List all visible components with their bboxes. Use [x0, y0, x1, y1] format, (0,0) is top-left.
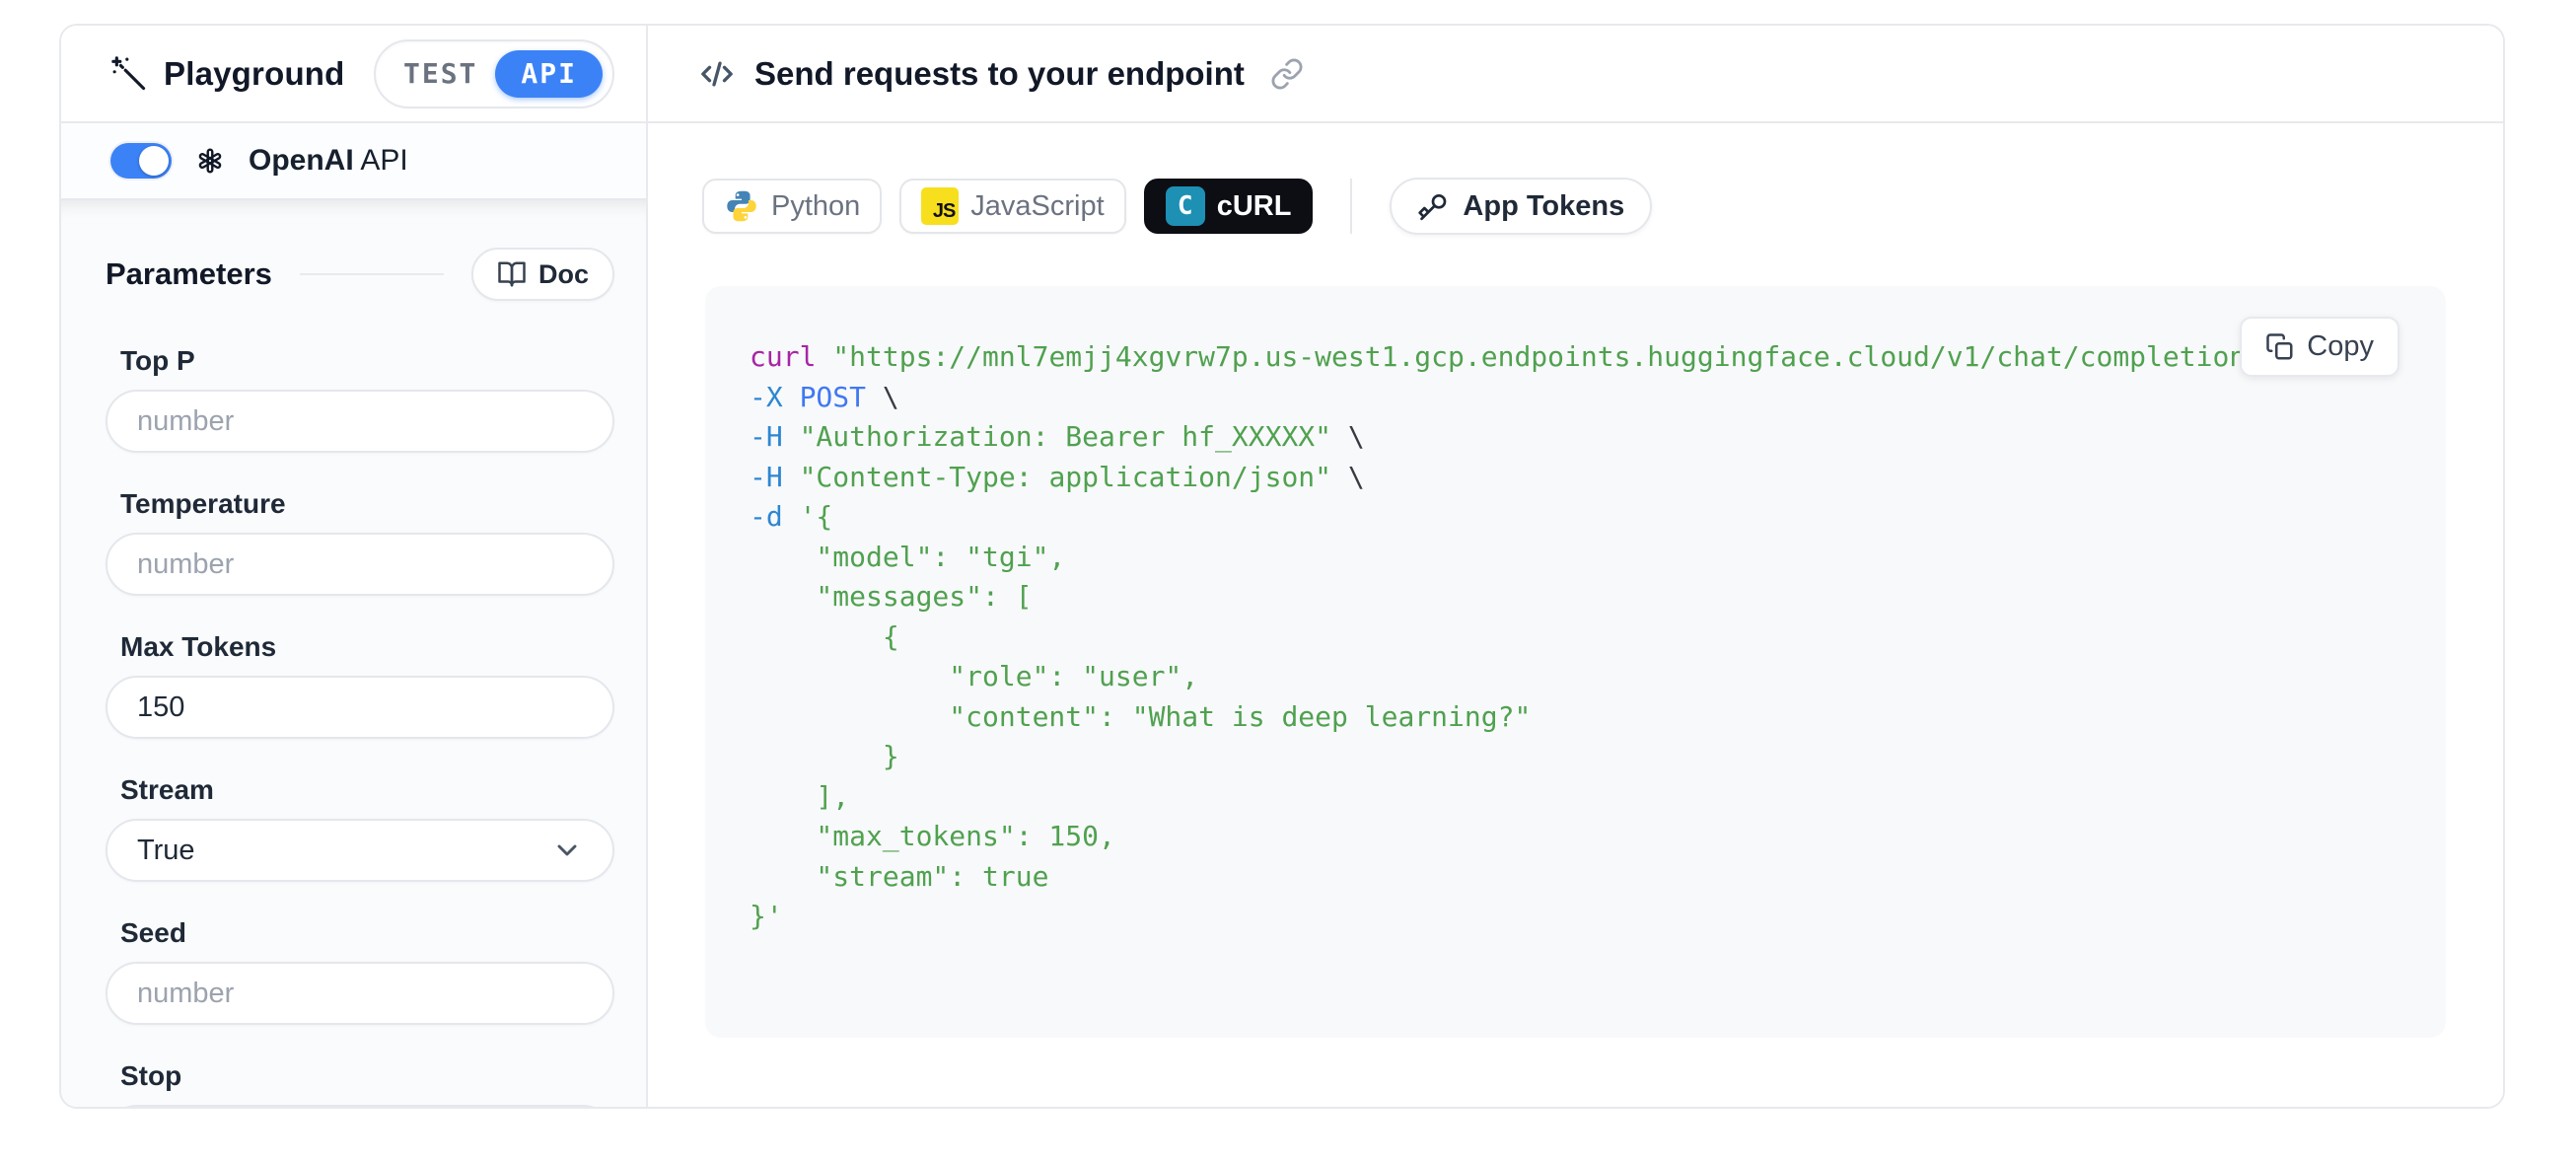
- mode-option-test[interactable]: TEST: [403, 57, 477, 90]
- param-field-top-p: Top P: [106, 344, 614, 453]
- param-label-seed: Seed: [120, 916, 614, 950]
- param-field-temperature: Temperature: [106, 487, 614, 596]
- openai-api-label: OpenAI API: [249, 144, 408, 178]
- code-line: "max_tokens": 150,: [750, 817, 2446, 857]
- app-tokens-button[interactable]: App Tokens: [1390, 178, 1652, 235]
- mode-option-api[interactable]: API: [495, 50, 603, 98]
- param-field-seed: Seed: [106, 916, 614, 1025]
- doc-button[interactable]: Doc: [471, 248, 614, 301]
- param-input-seed[interactable]: [106, 962, 614, 1025]
- param-field-max-tokens: Max Tokens: [106, 630, 614, 739]
- parameters-section: Parameters Doc Top P Temperature Max Token…: [61, 200, 646, 1109]
- key-icon: [1417, 190, 1449, 222]
- param-label-stop: Stop: [120, 1059, 614, 1093]
- code-line: ],: [750, 777, 2446, 818]
- chevron-down-icon: [551, 835, 583, 866]
- code-line: "messages": [: [750, 577, 2446, 617]
- param-field-stream: Stream True: [106, 773, 614, 882]
- param-input-max-tokens[interactable]: [106, 676, 614, 739]
- main-header: Send requests to your endpoint: [648, 26, 2503, 121]
- param-select-stream[interactable]: True: [106, 819, 614, 882]
- tab-curl[interactable]: C cURL: [1144, 179, 1314, 234]
- sidebar-header: Playground TEST API: [61, 26, 648, 121]
- book-icon: [497, 259, 527, 289]
- code-line: "content": "What is deep learning?": [750, 697, 2446, 738]
- language-tabs: Python JS JavaScript C cURL Ap: [702, 178, 1652, 235]
- main-panel: Python JS JavaScript C cURL Ap: [648, 123, 2503, 1107]
- python-icon: [724, 188, 759, 224]
- code-line: "model": "tgi",: [750, 538, 2446, 578]
- param-input-top-p[interactable]: [106, 390, 614, 453]
- param-label-max-tokens: Max Tokens: [120, 630, 614, 664]
- code-icon: [697, 54, 737, 94]
- curl-c-icon: C: [1166, 186, 1205, 226]
- code-block: curl "https://mnl7emjj4xgvrw7p.us-west1.…: [705, 286, 2446, 1038]
- code-line: "role": "user",: [750, 657, 2446, 697]
- code-line: }': [750, 897, 2446, 937]
- top-bar: Playground TEST API Send requests to you…: [61, 26, 2503, 123]
- curl-snippet: curl "https://mnl7emjj4xgvrw7p.us-west1.…: [750, 337, 2446, 937]
- code-line: {: [750, 617, 2446, 658]
- code-line: "stream": true: [750, 857, 2446, 898]
- code-line: -X POST \: [750, 378, 2446, 418]
- code-line: }: [750, 737, 2446, 777]
- playground-panel: Playground TEST API Send requests to you…: [59, 24, 2505, 1109]
- tab-python[interactable]: Python: [702, 179, 882, 234]
- code-line: -H "Content-Type: application/json" \: [750, 458, 2446, 498]
- openai-icon: [193, 144, 227, 178]
- divider: [300, 273, 444, 275]
- openai-api-row: OpenAI API: [61, 123, 646, 200]
- selected-value: True: [137, 835, 195, 867]
- param-field-stop: Stop: [106, 1059, 614, 1109]
- section-title: Send requests to your endpoint: [754, 55, 1245, 93]
- param-input-stop[interactable]: [106, 1105, 614, 1109]
- divider: [1350, 179, 1352, 234]
- link-icon[interactable]: [1270, 57, 1304, 91]
- code-line: -H "Authorization: Bearer hf_XXXXX" \: [750, 417, 2446, 458]
- wand-icon: [110, 55, 148, 93]
- page-title: Playground: [164, 55, 345, 93]
- parameters-heading: Parameters: [106, 256, 272, 292]
- openai-api-toggle[interactable]: [110, 143, 172, 179]
- copy-button[interactable]: Copy: [2240, 317, 2399, 377]
- copy-icon: [2265, 332, 2295, 362]
- param-label-top-p: Top P: [120, 344, 614, 378]
- param-label-stream: Stream: [120, 773, 614, 807]
- sidebar: OpenAI API Parameters Doc Top P Temperatu…: [61, 123, 648, 1107]
- code-line: -d '{: [750, 497, 2446, 538]
- tab-javascript[interactable]: JS JavaScript: [899, 179, 1125, 234]
- code-line: curl "https://mnl7emjj4xgvrw7p.us-west1.…: [750, 337, 2446, 378]
- param-label-temperature: Temperature: [120, 487, 614, 521]
- js-icon: JS: [921, 187, 959, 225]
- test-api-mode-toggle[interactable]: TEST API: [374, 39, 614, 109]
- param-input-temperature[interactable]: [106, 533, 614, 596]
- parameter-fields: Top P Temperature Max Tokens Stream True Seed…: [106, 344, 614, 1109]
